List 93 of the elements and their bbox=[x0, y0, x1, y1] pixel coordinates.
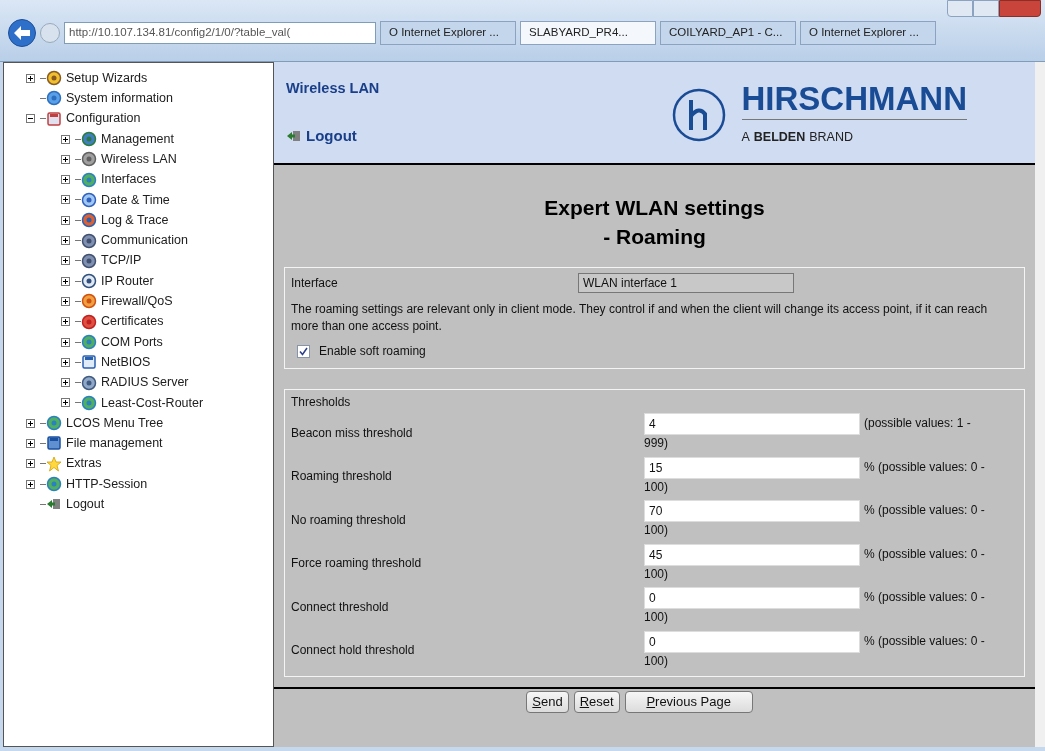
tree-item[interactable]: Configuration bbox=[66, 109, 141, 129]
expand-icon[interactable] bbox=[61, 256, 70, 266]
browser-tab[interactable]: O Internet Explorer ... bbox=[800, 21, 936, 45]
field-label: Beacon miss threshold bbox=[291, 424, 414, 442]
expand-icon[interactable] bbox=[26, 73, 35, 83]
address-bar[interactable]: http://10.107.134.81/config2/1/0/?table_val( bbox=[64, 22, 376, 44]
threshold-field[interactable]: 0 bbox=[644, 630, 860, 653]
expand-icon[interactable] bbox=[61, 378, 70, 388]
possible-values-hint: 100) bbox=[644, 522, 669, 540]
field-label: Roaming threshold bbox=[291, 468, 393, 486]
logout-link[interactable]: Logout bbox=[306, 124, 357, 147]
threshold-field[interactable]: 0 bbox=[644, 587, 860, 610]
possible-values-hint: % (possible values: 0 - bbox=[864, 589, 985, 607]
tree-item[interactable]: TCP/IP bbox=[101, 251, 142, 271]
tree-item[interactable]: File management bbox=[66, 434, 163, 453]
expand-icon[interactable] bbox=[61, 276, 70, 286]
expand-icon[interactable] bbox=[26, 479, 35, 489]
page-title: Expert WLAN settings bbox=[544, 195, 765, 221]
brand-name: HIRSCHMANN bbox=[741, 82, 967, 121]
group-title: Thresholds bbox=[291, 395, 351, 409]
brand-tagline: A BELDEN BRAND bbox=[741, 129, 854, 147]
tree-item[interactable]: HTTP-Session bbox=[66, 474, 148, 494]
config-icon bbox=[46, 110, 62, 127]
threshold-field[interactable]: 70 bbox=[644, 500, 860, 523]
browser-tab[interactable]: SLABYARD_PR4... bbox=[520, 21, 656, 45]
field-label: Interface bbox=[291, 275, 339, 292]
tree-item[interactable]: Firewall/QoS bbox=[101, 292, 173, 311]
tree-item[interactable]: RADIUS Server bbox=[101, 373, 189, 392]
back-arrow-icon bbox=[14, 26, 30, 40]
tree-item[interactable]: Logout bbox=[66, 495, 105, 514]
section-title: Wireless LAN bbox=[286, 79, 380, 98]
expand-icon[interactable] bbox=[61, 134, 70, 144]
tree-item[interactable]: Least-Cost-Router bbox=[101, 393, 204, 413]
interface-field: WLAN interface 1 bbox=[578, 273, 794, 293]
expand-icon[interactable] bbox=[61, 398, 70, 408]
possible-values-hint: % (possible values: 0 - bbox=[864, 545, 985, 563]
collapse-icon[interactable] bbox=[26, 114, 35, 124]
browser-tab[interactable]: O Internet Explorer ... bbox=[380, 21, 516, 45]
tree-item[interactable]: Extras bbox=[66, 454, 102, 474]
field-label: Force roaming threshold bbox=[291, 555, 423, 573]
possible-values-hint: % (possible values: 0 - bbox=[864, 502, 985, 520]
possible-values-hint: 100) bbox=[644, 478, 669, 496]
expand-icon[interactable] bbox=[26, 439, 35, 448]
tree-item[interactable]: COM Ports bbox=[101, 332, 163, 352]
possible-values-hint: % (possible values: 0 - bbox=[864, 458, 985, 476]
checkbox[interactable] bbox=[297, 344, 310, 358]
tree-item[interactable]: Communication bbox=[101, 231, 188, 250]
expand-icon[interactable] bbox=[61, 296, 70, 306]
form-button[interactable]: Reset bbox=[573, 691, 620, 713]
expand-icon[interactable] bbox=[61, 154, 70, 164]
expand-icon[interactable] bbox=[26, 459, 35, 469]
possible-values-hint: 100) bbox=[644, 609, 669, 627]
tree-item[interactable]: Certificates bbox=[101, 312, 164, 332]
checkbox-label: Enable soft roaming bbox=[319, 343, 426, 360]
form-button[interactable]: Previous Page bbox=[624, 691, 753, 713]
tree-item[interactable]: LCOS Menu Tree bbox=[66, 413, 164, 433]
threshold-field[interactable]: 15 bbox=[644, 456, 860, 479]
tree-item[interactable]: Date & Time bbox=[101, 190, 170, 210]
window-icon bbox=[81, 354, 97, 371]
possible-values-hint: 999) bbox=[644, 435, 669, 453]
possible-values-hint: 100) bbox=[644, 565, 669, 583]
back-button[interactable] bbox=[8, 19, 36, 47]
browser-tab[interactable]: COILYARD_AP1 - C... bbox=[660, 21, 796, 45]
form-button[interactable]: Send bbox=[526, 691, 569, 713]
tree-item[interactable]: Wireless LAN bbox=[101, 149, 177, 169]
tree-item[interactable]: Management bbox=[101, 129, 174, 149]
description-text: The roaming settings are relevant only in client mode. They control if and when the client will change its access point, if it can reach more than one access point. bbox=[291, 301, 989, 335]
expand-icon[interactable] bbox=[61, 357, 70, 367]
expand-icon[interactable] bbox=[61, 215, 70, 225]
possible-values-hint: 100) bbox=[644, 652, 669, 670]
field-label: Connect hold threshold bbox=[291, 642, 416, 660]
tree-item[interactable]: Log & Trace bbox=[101, 210, 169, 230]
tree-item[interactable]: Interfaces bbox=[101, 170, 156, 189]
possible-values-hint: (possible values: 1 - bbox=[864, 415, 971, 433]
page-subtitle: - Roaming bbox=[603, 224, 706, 250]
expand-icon[interactable] bbox=[61, 317, 70, 327]
threshold-field[interactable]: 4 bbox=[644, 413, 860, 436]
expand-icon[interactable] bbox=[61, 195, 70, 205]
expand-icon[interactable] bbox=[61, 337, 70, 347]
possible-values-hint: % (possible values: 0 - bbox=[864, 632, 985, 650]
star-icon bbox=[46, 455, 62, 472]
tree-item[interactable]: Setup Wizards bbox=[66, 68, 148, 88]
expand-icon[interactable] bbox=[61, 236, 70, 245]
check-icon bbox=[299, 346, 308, 356]
logo-icon bbox=[671, 87, 726, 142]
expand-icon[interactable] bbox=[61, 175, 70, 185]
field-label: No roaming threshold bbox=[291, 511, 407, 529]
expand-icon[interactable] bbox=[26, 418, 35, 428]
threshold-field[interactable]: 45 bbox=[644, 543, 860, 566]
tree-item[interactable]: IP Router bbox=[101, 271, 154, 291]
tree-item[interactable]: NetBIOS bbox=[101, 352, 151, 372]
field-label: Connect threshold bbox=[291, 598, 390, 616]
tree-item[interactable]: System information bbox=[66, 89, 173, 108]
